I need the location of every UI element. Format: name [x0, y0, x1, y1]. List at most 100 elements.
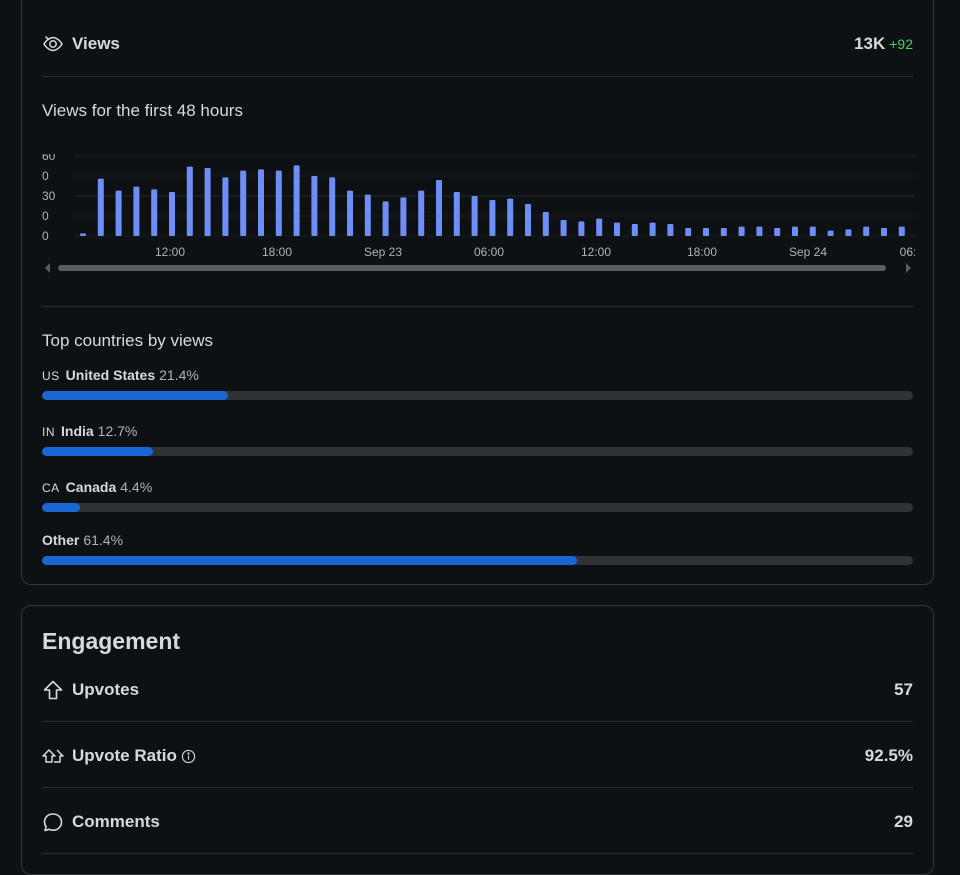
chart-bar[interactable]	[881, 228, 887, 236]
chart-bar[interactable]	[827, 230, 834, 236]
y-tick-label: 0	[42, 229, 49, 243]
chart-bar[interactable]	[667, 224, 674, 236]
x-tick-label: Sep 23	[364, 245, 402, 259]
upvote-ratio-value: 92.5%	[864, 746, 913, 765]
country-percent: 21.4%	[159, 367, 199, 383]
country-name: Other	[42, 532, 80, 548]
divider	[42, 76, 913, 77]
progress-track	[42, 556, 913, 565]
chart-bar[interactable]	[489, 200, 496, 236]
country-row-ca: CA Canada 4.4%	[42, 479, 913, 512]
chart-bar[interactable]	[792, 226, 798, 236]
country-name: United States	[65, 367, 156, 383]
chart-bar[interactable]	[596, 218, 603, 236]
chart-bar[interactable]	[560, 220, 567, 236]
chart-bar[interactable]	[364, 194, 371, 236]
x-tick-label: 12:00	[581, 245, 611, 259]
chart-bar[interactable]	[809, 226, 816, 236]
views-delta: +92	[889, 36, 913, 52]
chart-bar[interactable]	[578, 221, 585, 236]
chart-bar[interactable]	[863, 226, 870, 236]
country-code: IN	[42, 425, 55, 439]
chart-bar[interactable]	[649, 222, 656, 236]
chart-bar[interactable]	[756, 226, 763, 236]
comments-row: Comments 29	[42, 807, 913, 837]
chart-bar[interactable]	[471, 196, 478, 236]
chart-bar[interactable]	[631, 224, 638, 236]
chart-bar[interactable]	[685, 228, 692, 236]
chart-bar[interactable]	[293, 165, 300, 236]
chart-bar[interactable]	[436, 180, 442, 236]
views-chart: 60 0 30 0 0 12:00 18:00 Sep 23 06:00 12:00 18:00 S…	[42, 154, 915, 273]
chart-bar[interactable]	[400, 197, 407, 236]
eye-icon	[42, 33, 64, 55]
views-value: 13K	[854, 34, 886, 53]
countries-title: Top countries by views	[42, 331, 214, 350]
chart-bar[interactable]	[97, 178, 104, 236]
chart-bar[interactable]	[151, 189, 158, 236]
chart-bar[interactable]	[80, 233, 86, 236]
chart-bar[interactable]	[169, 192, 175, 236]
y-tick-label: 30	[42, 189, 56, 203]
comment-bubble-icon	[42, 811, 64, 833]
chart-bar[interactable]	[614, 222, 620, 236]
upvote-ratio-label: Upvote Ratio	[72, 746, 177, 765]
chart-bar[interactable]	[525, 204, 531, 236]
chart-bar[interactable]	[845, 229, 852, 236]
chart-bar[interactable]	[311, 176, 318, 236]
progress-fill	[42, 447, 153, 456]
upvote-ratio-row: Upvote Ratio 92.5%	[42, 741, 913, 771]
chart-bar[interactable]	[382, 201, 389, 236]
chart-bar[interactable]	[133, 186, 140, 236]
comments-value: 29	[894, 812, 913, 831]
chart-bar[interactable]	[703, 228, 709, 236]
scroll-left-arrow[interactable]	[45, 263, 50, 273]
country-code: CA	[42, 481, 60, 495]
views-row: Views 13K +92	[42, 29, 913, 59]
comments-label: Comments	[72, 812, 160, 831]
progress-track	[42, 391, 913, 400]
chart-bar[interactable]	[418, 190, 425, 236]
progress-fill	[42, 503, 81, 512]
chart-bar[interactable]	[204, 168, 211, 236]
chart-bar[interactable]	[222, 177, 229, 236]
chart-bar[interactable]	[240, 170, 247, 236]
x-tick-label: 18:00	[687, 245, 717, 259]
engagement-card: Engagement Upvotes 57 Upvote Ratio 92.5%…	[21, 605, 934, 875]
chart-bar[interactable]	[329, 177, 336, 236]
chart-bar[interactable]	[186, 166, 193, 236]
x-tick-label: 06:00	[474, 245, 504, 259]
country-percent: 4.4%	[120, 479, 153, 495]
divider	[42, 306, 913, 307]
chart-bar[interactable]	[275, 170, 282, 236]
country-percent: 12.7%	[97, 423, 138, 439]
chart-bar[interactable]	[347, 190, 353, 236]
views-label: Views	[72, 34, 120, 53]
country-row-other: Other 61.4%	[42, 532, 913, 565]
chart-bar[interactable]	[774, 228, 781, 236]
country-row-in: IN India 12.7%	[42, 423, 913, 456]
progress-track	[42, 503, 913, 512]
chart-bar[interactable]	[542, 212, 549, 236]
divider	[42, 721, 913, 722]
upvotes-row: Upvotes 57	[42, 675, 913, 705]
upvotes-value: 57	[894, 680, 913, 699]
country-percent: 61.4%	[83, 532, 124, 548]
chart-bar[interactable]	[898, 226, 905, 236]
chart-bar[interactable]	[720, 228, 727, 236]
info-icon[interactable]	[181, 748, 197, 764]
scroll-right-arrow[interactable]	[906, 263, 911, 273]
chart-bar[interactable]	[507, 198, 514, 236]
chart-scrollbar-thumb[interactable]	[58, 265, 886, 271]
chart-bar[interactable]	[115, 190, 122, 236]
views-card: Views 13K +92 Views for the first 48 hour…	[21, 0, 934, 585]
progress-track	[42, 447, 913, 456]
chart-bar[interactable]	[453, 192, 460, 236]
double-upvote-icon	[42, 745, 64, 767]
chart-bar[interactable]	[258, 169, 264, 236]
x-tick-label: 06:	[900, 245, 915, 259]
country-name: Canada	[65, 479, 117, 495]
chart-title: Views for the first 48 hours	[42, 101, 243, 120]
engagement-title: Engagement	[42, 628, 181, 654]
chart-bar[interactable]	[738, 226, 745, 236]
